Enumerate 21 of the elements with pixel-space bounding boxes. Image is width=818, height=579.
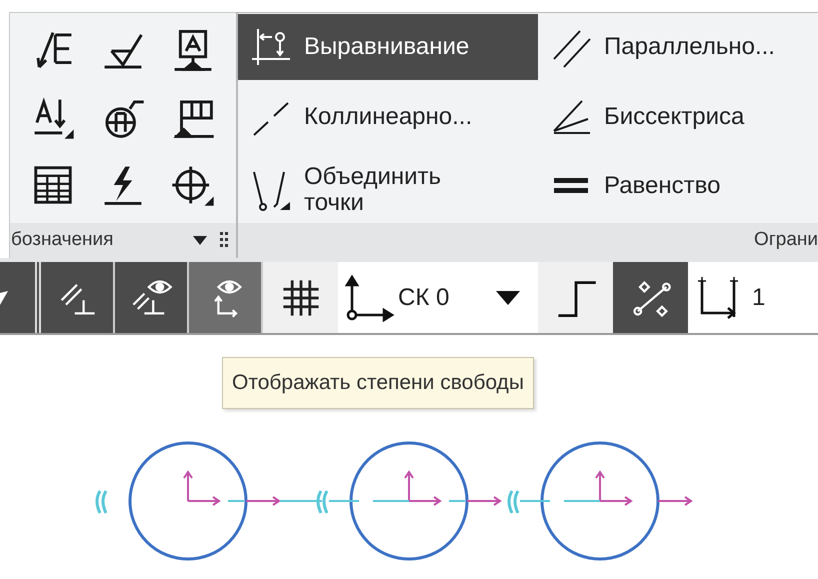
dropdown-value: СК 0 bbox=[398, 282, 450, 312]
ribbon-command[interactable]: Равенство bbox=[538, 153, 818, 220]
layer-value: 1 bbox=[752, 282, 766, 312]
axes-icon bbox=[342, 272, 396, 322]
caret-icon bbox=[0, 290, 8, 304]
caret-down-icon bbox=[193, 236, 207, 245]
grip-icon bbox=[220, 232, 228, 250]
ribbon-command[interactable]: Биссектриса bbox=[538, 84, 818, 150]
ribbon-command[interactable]: Параллельно... bbox=[538, 14, 818, 80]
ribbon-command[interactable]: Объединить точки bbox=[238, 157, 538, 224]
layer-field[interactable]: 1 bbox=[688, 262, 818, 333]
ribbon-command[interactable]: Выравнивание bbox=[238, 14, 538, 80]
tooltip: Отображать степени свободы bbox=[222, 357, 534, 408]
ribbon-command[interactable]: Коллинеарно... bbox=[238, 84, 538, 150]
toolbar-toggle[interactable] bbox=[189, 262, 261, 333]
coordinate-system-dropdown[interactable]: СК 0 bbox=[338, 262, 538, 333]
group-label: Ограни bbox=[754, 228, 818, 252]
caret-down-icon bbox=[496, 290, 520, 304]
step-line-button[interactable] bbox=[538, 262, 613, 333]
grid-button[interactable] bbox=[263, 262, 338, 333]
group-label: бозначения bbox=[11, 228, 114, 252]
